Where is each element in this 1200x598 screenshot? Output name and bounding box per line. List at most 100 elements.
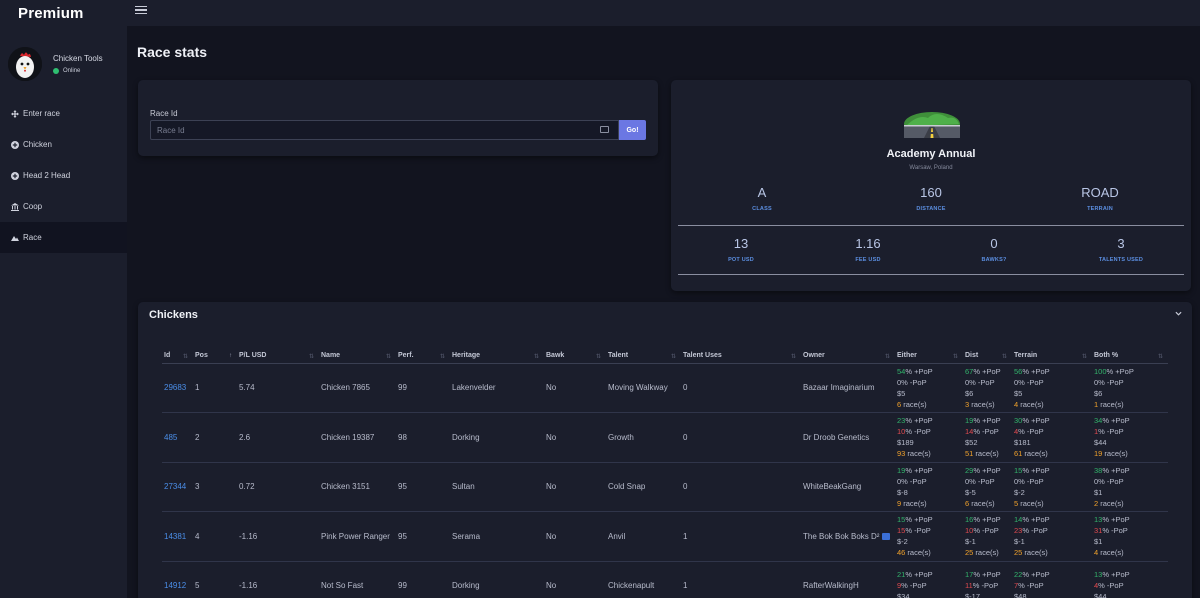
pop-minus-label: % -PoP	[905, 427, 931, 437]
col-header-both[interactable]: Both % ⇅	[1092, 349, 1168, 364]
sidebar-item-label: Head 2 Head	[23, 171, 71, 180]
col-header-terrain[interactable]: Terrain ⇅	[1012, 349, 1092, 364]
profit-value: $1	[1094, 537, 1103, 547]
races-label: race(s)	[973, 449, 999, 459]
profile-name: Chicken Tools	[53, 54, 103, 63]
profit-value: $44	[1094, 592, 1107, 598]
pop-minus-label: % -PoP	[901, 581, 927, 591]
race-id-card: Race Id Go!	[138, 80, 658, 156]
races-label: race(s)	[905, 449, 931, 459]
pop-minus-label: % -PoP	[973, 427, 999, 437]
pop-minus-label: % -PoP	[1018, 377, 1044, 387]
col-header-pl-usd[interactable]: P/L USD ⇅	[237, 349, 319, 364]
talent: Growth	[606, 412, 681, 463]
chickens-table: Id ⇅ Pos ↑ P/L USD ⇅ Name ⇅ Perf. ⇅ Heritage ⇅…	[162, 349, 1168, 598]
profit-value: $48	[1014, 592, 1027, 598]
table-row: 485 2 2.6 Chicken 19387 98 Dorking No Growth 0 Dr…	[162, 412, 1168, 463]
stat-value: 13	[733, 236, 749, 251]
talent-uses: 0	[681, 412, 801, 463]
col-header-pos[interactable]: Pos ↑	[193, 349, 237, 364]
pl-usd: 5.74	[237, 363, 319, 413]
chicken-id-link[interactable]: 27344	[162, 462, 193, 512]
chicken-id-link[interactable]: 485	[162, 412, 193, 463]
races-label: race(s)	[1098, 548, 1124, 558]
races-label: race(s)	[1018, 498, 1044, 508]
stat-pot-usd: 13 POT USD	[701, 236, 781, 263]
stat-terrain: 30% +PoP 4% -PoP $181 61 race(s)	[1012, 412, 1092, 463]
online-status: Online	[53, 68, 103, 74]
stat-terrain: 14% +PoP 23% -PoP $-1 25 race(s)	[1012, 511, 1092, 562]
stat-value: 0	[990, 236, 998, 251]
brand-title[interactable]: Premium	[0, 0, 127, 26]
talent: Moving Walkway	[606, 363, 681, 413]
profit-value: $-1	[1014, 537, 1025, 547]
sidebar-item-enter-race[interactable]: Enter race	[0, 98, 127, 129]
sidebar-item-chicken[interactable]: Chicken	[0, 129, 127, 160]
profit-value: $-5	[965, 487, 976, 497]
col-header-talent[interactable]: Talent ⇅	[606, 349, 681, 364]
owner: The Bok Bok Boks D²	[801, 511, 895, 562]
arrows-plus-icon	[10, 109, 19, 118]
stat-terrain: 22% +PoP 7% -PoP $48	[1012, 561, 1092, 598]
race-id-label: Race Id	[150, 109, 178, 118]
chicken-avatar-icon	[8, 47, 42, 81]
stat-terrain: 56% +PoP 0% -PoP $5 4 race(s)	[1012, 363, 1092, 413]
chicken-name: Chicken 7865	[319, 363, 396, 413]
col-header-perf[interactable]: Perf. ⇅	[396, 349, 450, 364]
col-header-talent-uses[interactable]: Talent Uses ⇅	[681, 349, 801, 364]
heritage: Serama	[450, 511, 544, 562]
chicken-id-link[interactable]: 29683	[162, 363, 193, 413]
talent-uses: 0	[681, 462, 801, 512]
pop-minus-value: 11	[965, 581, 973, 591]
sidebar-item-head-2-head[interactable]: Head 2 Head	[0, 160, 127, 191]
stat-dist: 16% +PoP 10% -PoP $-1 25 race(s)	[963, 511, 1012, 562]
sidebar-item-coop[interactable]: Coop	[0, 191, 127, 222]
races-label: race(s)	[1022, 548, 1048, 558]
divider	[678, 225, 1184, 226]
profit-value: $181	[1014, 438, 1031, 448]
col-header-heritage[interactable]: Heritage ⇅	[450, 349, 544, 364]
stat-label: TALENTS USED	[1098, 257, 1144, 263]
plus-circle-icon	[10, 140, 19, 149]
hamburger-menu-icon[interactable]	[135, 4, 147, 16]
col-header-owner[interactable]: Owner ⇅	[801, 349, 895, 364]
pl-usd: -1.16	[237, 561, 319, 598]
chicken-id-link[interactable]: 14381	[162, 511, 193, 562]
col-header-id[interactable]: Id ⇅	[162, 349, 193, 364]
stat-both: 38% +PoP 0% -PoP $1 2 race(s)	[1092, 462, 1168, 512]
chevron-down-icon[interactable]	[1175, 310, 1182, 317]
talent-uses: 1	[681, 511, 801, 562]
heritage: Dorking	[450, 412, 544, 463]
pop-plus-label: % +PoP	[1106, 366, 1134, 376]
go-button[interactable]: Go!	[619, 120, 646, 140]
stat-terrain: 15% +PoP 0% -PoP $-2 5 race(s)	[1012, 462, 1092, 512]
stat-both: 100% +PoP 0% -PoP $6 1 race(s)	[1092, 363, 1168, 413]
col-header-bawk[interactable]: Bawk ⇅	[544, 349, 606, 364]
profit-value: $-17	[965, 592, 981, 598]
races-label: race(s)	[1018, 399, 1044, 409]
race-id-input[interactable]	[150, 120, 619, 140]
sidebar-item-race[interactable]: Race	[0, 222, 127, 253]
stat-class: A CLASS	[722, 185, 802, 212]
page-title: Race stats	[137, 44, 208, 60]
bawk: No	[544, 561, 606, 598]
performance: 98	[396, 412, 450, 463]
bawk: No	[544, 412, 606, 463]
table-row: 27344 3 0.72 Chicken 3151 95 Sultan No Cold Sna…	[162, 462, 1168, 512]
performance: 95	[396, 462, 450, 512]
avatar	[8, 47, 42, 81]
col-header-name[interactable]: Name ⇅	[319, 349, 396, 364]
talent: Cold Snap	[606, 462, 681, 512]
pop-plus-label: % +PoP	[1102, 515, 1130, 525]
races-label: race(s)	[1098, 399, 1124, 409]
stat-either: 54% +PoP 0% -PoP $5 6 race(s)	[895, 363, 963, 413]
col-header-dist[interactable]: Dist ⇅	[963, 349, 1012, 364]
col-header-either[interactable]: Either ⇅	[895, 349, 963, 364]
pop-plus-label: % +PoP	[1102, 465, 1130, 475]
race-name: Academy Annual	[886, 148, 976, 160]
chicken-id-link[interactable]: 14912	[162, 561, 193, 598]
stat-label: CLASS	[752, 206, 772, 212]
stat-either: 23% +PoP 10% -PoP $189 93 race(s)	[895, 412, 963, 463]
races-label: race(s)	[901, 399, 927, 409]
divider	[678, 274, 1184, 275]
